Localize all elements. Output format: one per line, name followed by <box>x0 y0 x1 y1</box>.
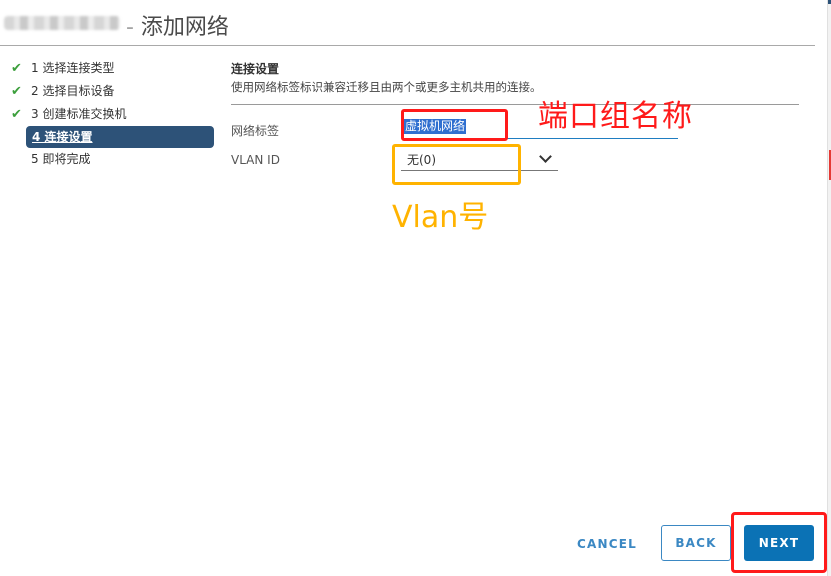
step-select-target-device[interactable]: ✔ 2 选择目标设备 <box>8 80 214 103</box>
check-icon: ✔ <box>11 61 22 76</box>
step-label: 5 即将完成 <box>31 152 91 166</box>
step-label: 1 选择连接类型 <box>31 61 115 75</box>
vlan-id-label: VLAN ID <box>231 153 280 167</box>
annotation-vlan-number: Vlan号 <box>392 200 489 235</box>
dialog-title: - 添加网络 <box>126 15 229 40</box>
annotation-box-vlan <box>392 144 521 185</box>
annotation-box-network-label <box>401 109 508 141</box>
section-divider <box>231 104 799 105</box>
step-select-connection-type[interactable]: ✔ 1 选择连接类型 <box>8 57 214 80</box>
step-create-standard-switch[interactable]: ✔ 3 创建标准交换机 <box>8 103 214 126</box>
background-window-edge <box>827 0 831 576</box>
chevron-down-icon <box>539 150 552 163</box>
section-title: 连接设置 <box>231 62 280 76</box>
blurred-host-name <box>4 16 120 30</box>
dialog-header: - 添加网络 <box>0 0 815 46</box>
connection-settings-panel: 连接设置 使用网络标签标识兼容迁移且由两个或更多主机共用的连接。 <box>231 60 801 95</box>
step-label: 3 创建标准交换机 <box>31 107 127 121</box>
wizard-steps: ✔ 1 选择连接类型 ✔ 2 选择目标设备 ✔ 3 创建标准交换机 4 连接设置… <box>8 57 214 171</box>
network-label-label: 网络标签 <box>231 124 280 138</box>
step-ready-to-complete[interactable]: 5 即将完成 <box>8 148 214 171</box>
step-label: 2 选择目标设备 <box>31 84 115 98</box>
cancel-button[interactable]: CANCEL <box>570 527 644 561</box>
section-description: 使用网络标签标识兼容迁移且由两个或更多主机共用的连接。 <box>231 80 542 94</box>
step-label: 4 连接设置 <box>32 130 93 144</box>
check-icon: ✔ <box>11 107 22 122</box>
step-connection-settings[interactable]: 4 连接设置 <box>26 126 214 148</box>
check-icon: ✔ <box>11 84 22 99</box>
back-button[interactable]: BACK <box>661 525 731 561</box>
annotation-port-group-name: 端口组名称 <box>538 99 693 134</box>
annotation-box-next <box>731 512 827 573</box>
